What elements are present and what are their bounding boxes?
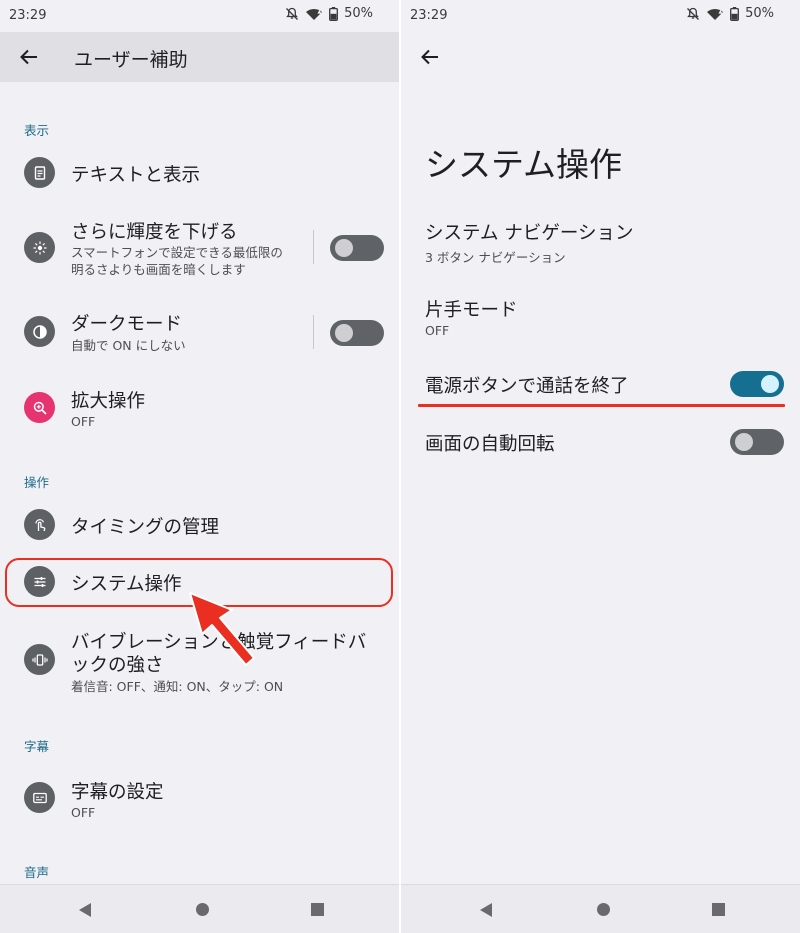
contrast-icon	[24, 316, 55, 347]
nav-recents-icon[interactable]	[712, 903, 725, 916]
status-time: 23:29	[9, 8, 47, 23]
one-handed-subtitle: OFF	[425, 323, 450, 338]
nav-home-icon[interactable]	[597, 903, 610, 916]
extra-dim-toggle[interactable]	[330, 235, 384, 261]
magnify-icon	[24, 392, 55, 423]
status-bar: 23:29 ▲ 50%	[401, 0, 800, 32]
dark-mode-toggle[interactable]	[330, 320, 384, 346]
timing-title: タイミングの管理	[71, 517, 220, 538]
caption-settings-subtitle: OFF	[71, 805, 96, 820]
battery-percent: 50%	[344, 6, 373, 21]
arrow-annotation	[189, 592, 255, 666]
app-bar	[401, 32, 800, 82]
page-title: システム操作	[425, 145, 623, 184]
captions-icon	[24, 782, 55, 813]
extra-dim-subtitle-2: 明るさよりも画面を暗くします	[71, 262, 246, 277]
section-header-audio: 音声	[24, 865, 50, 880]
dark-mode-title: ダークモード	[71, 314, 183, 335]
back-button[interactable]	[417, 44, 443, 70]
text-document-icon	[24, 157, 55, 188]
text-display-title: テキストと表示	[71, 165, 200, 186]
arrow-back-icon	[421, 49, 438, 65]
svg-text:▲: ▲	[318, 9, 322, 15]
dark-mode-subtitle: 自動で ON にしない	[71, 338, 186, 353]
vibration-subtitle: 着信音: OFF、通知: ON、タップ: ON	[71, 679, 284, 694]
divider	[313, 230, 314, 264]
underline-annotation	[418, 404, 785, 407]
wifi-icon: ▲	[306, 8, 323, 20]
notifications-off-icon	[687, 7, 700, 20]
auto-rotate-title: 画面の自動回転	[425, 434, 555, 455]
section-header-captions: 字幕	[24, 739, 50, 754]
nav-back-icon[interactable]	[79, 903, 91, 917]
auto-rotate-toggle[interactable]	[730, 429, 784, 455]
one-handed-title: 片手モード	[425, 300, 518, 321]
power-ends-call-title: 電源ボタンで通話を終了	[425, 376, 629, 397]
extra-dim-title: さらに輝度を下げる	[71, 222, 238, 243]
magnification-title: 拡大操作	[71, 391, 146, 412]
power-ends-call-toggle[interactable]	[730, 371, 784, 397]
nav-back-icon[interactable]	[480, 903, 492, 917]
vibration-title-2: ックの強さ	[71, 655, 164, 676]
caption-settings-title: 字幕の設定	[71, 782, 164, 803]
nav-recents-icon[interactable]	[311, 903, 324, 916]
system-controls-screen: 23:29 ▲ 50% システム操作 システム ナビゲーション 3 ボタン ナビ…	[401, 0, 800, 933]
battery-icon	[329, 6, 339, 21]
magnification-subtitle: OFF	[71, 414, 96, 429]
status-time: 23:29	[410, 8, 448, 23]
brightness-icon	[24, 232, 55, 263]
page-title: ユーザー補助	[74, 49, 188, 71]
system-navigation-title: システム ナビゲーション	[425, 223, 634, 244]
section-header-interaction: 操作	[24, 475, 50, 490]
navigation-bar	[0, 884, 399, 933]
app-bar: ユーザー補助	[0, 32, 399, 82]
arrow-back-icon	[20, 49, 37, 65]
svg-text:▲: ▲	[719, 9, 723, 15]
notifications-off-icon	[286, 7, 299, 20]
battery-icon	[730, 6, 740, 21]
back-button[interactable]	[16, 44, 42, 70]
section-header-display: 表示	[24, 123, 50, 138]
extra-dim-subtitle-1: スマートフォンで設定できる最低限の	[71, 245, 283, 260]
touch-timer-icon	[24, 509, 55, 540]
navigation-bar	[401, 884, 800, 933]
status-bar: 23:29 ▲ 50%	[0, 0, 399, 32]
accessibility-screen: 23:29 ▲ 50% ユーザー補助 表示 テキストと表示 さらに輝度を下げる …	[0, 0, 399, 933]
system-navigation-subtitle: 3 ボタン ナビゲーション	[425, 250, 566, 265]
divider	[313, 315, 314, 349]
battery-percent: 50%	[745, 6, 774, 21]
nav-home-icon[interactable]	[196, 903, 209, 916]
vibration-icon	[24, 644, 55, 675]
wifi-icon: ▲	[707, 8, 724, 20]
